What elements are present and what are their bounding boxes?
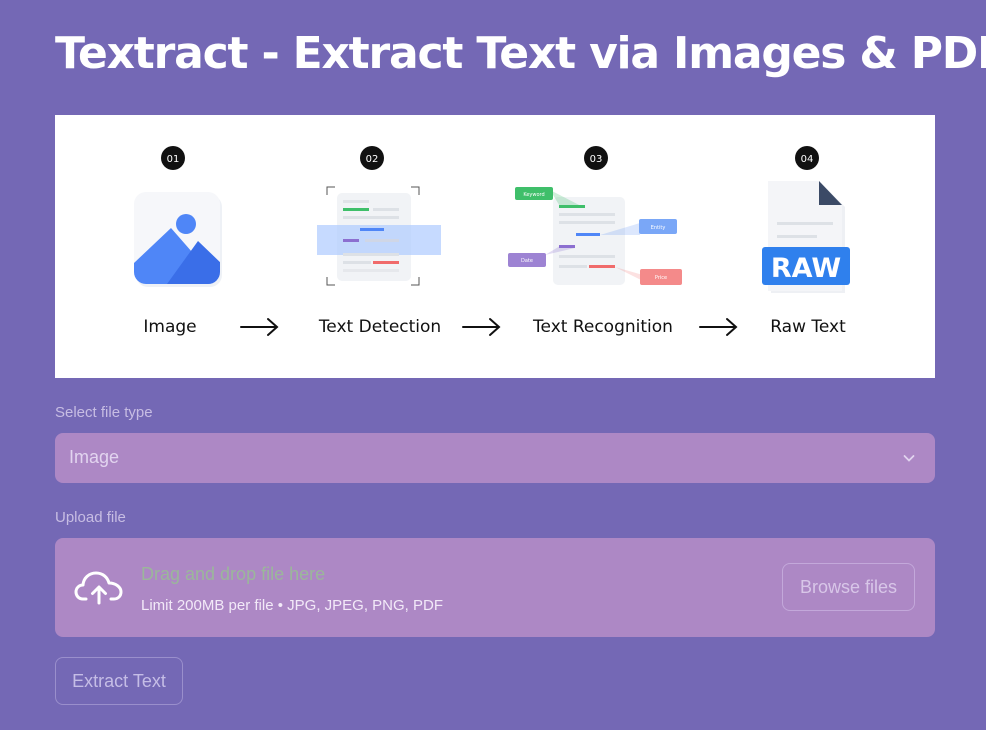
arrow-icon [462, 318, 501, 336]
svg-text:Keyword: Keyword [523, 192, 544, 198]
text-recognition-icon: Keyword Entity Date Price [508, 187, 682, 285]
pipeline-illustration: 01 02 03 04 Keyword Entity Date Price RA… [134, 146, 850, 337]
svg-text:04: 04 [801, 154, 814, 165]
file-type-label: Select file type [55, 404, 153, 421]
file-type-select[interactable]: Image [55, 433, 935, 483]
file-dropzone[interactable]: Drag and drop file here Limit 200MB per … [55, 538, 935, 637]
chevron-down-icon [903, 455, 915, 462]
dropzone-limit: Limit 200MB per file • JPG, JPEG, PNG, P… [141, 597, 443, 614]
image-icon [134, 192, 222, 287]
page-title: Textract - Extract Text via Images & PDF… [55, 28, 986, 79]
upload-label: Upload file [55, 509, 126, 526]
arrow-icon [240, 318, 279, 336]
step-label-image: Image [143, 317, 196, 337]
step-label-raw: Raw Text [770, 317, 846, 337]
step-number-1: 01 [161, 146, 185, 170]
raw-document-icon: RAW [762, 181, 850, 293]
svg-text:Date: Date [521, 258, 533, 264]
svg-text:Price: Price [655, 275, 667, 281]
step-number-2: 02 [360, 146, 384, 170]
dropzone-instruction: Drag and drop file here [141, 564, 326, 584]
step-number-4: 04 [795, 146, 819, 170]
cloud-upload-icon [74, 571, 123, 605]
file-type-value: Image [69, 447, 120, 467]
step-label-detection: Text Detection [318, 317, 441, 337]
svg-text:03: 03 [590, 154, 603, 165]
arrow-icon [699, 318, 738, 336]
svg-text:RAW: RAW [771, 253, 841, 284]
browse-files-button[interactable]: Browse files [782, 563, 915, 611]
step-label-recognition: Text Recognition [532, 317, 673, 337]
text-detection-icon [317, 186, 441, 286]
step-number-3: 03 [584, 146, 608, 170]
process-banner: 01 02 03 04 Keyword Entity Date Price RA… [55, 115, 935, 378]
extract-text-button[interactable]: Extract Text [55, 657, 183, 705]
svg-text:01: 01 [167, 154, 180, 165]
svg-text:Entity: Entity [651, 225, 666, 231]
svg-text:02: 02 [366, 154, 379, 165]
